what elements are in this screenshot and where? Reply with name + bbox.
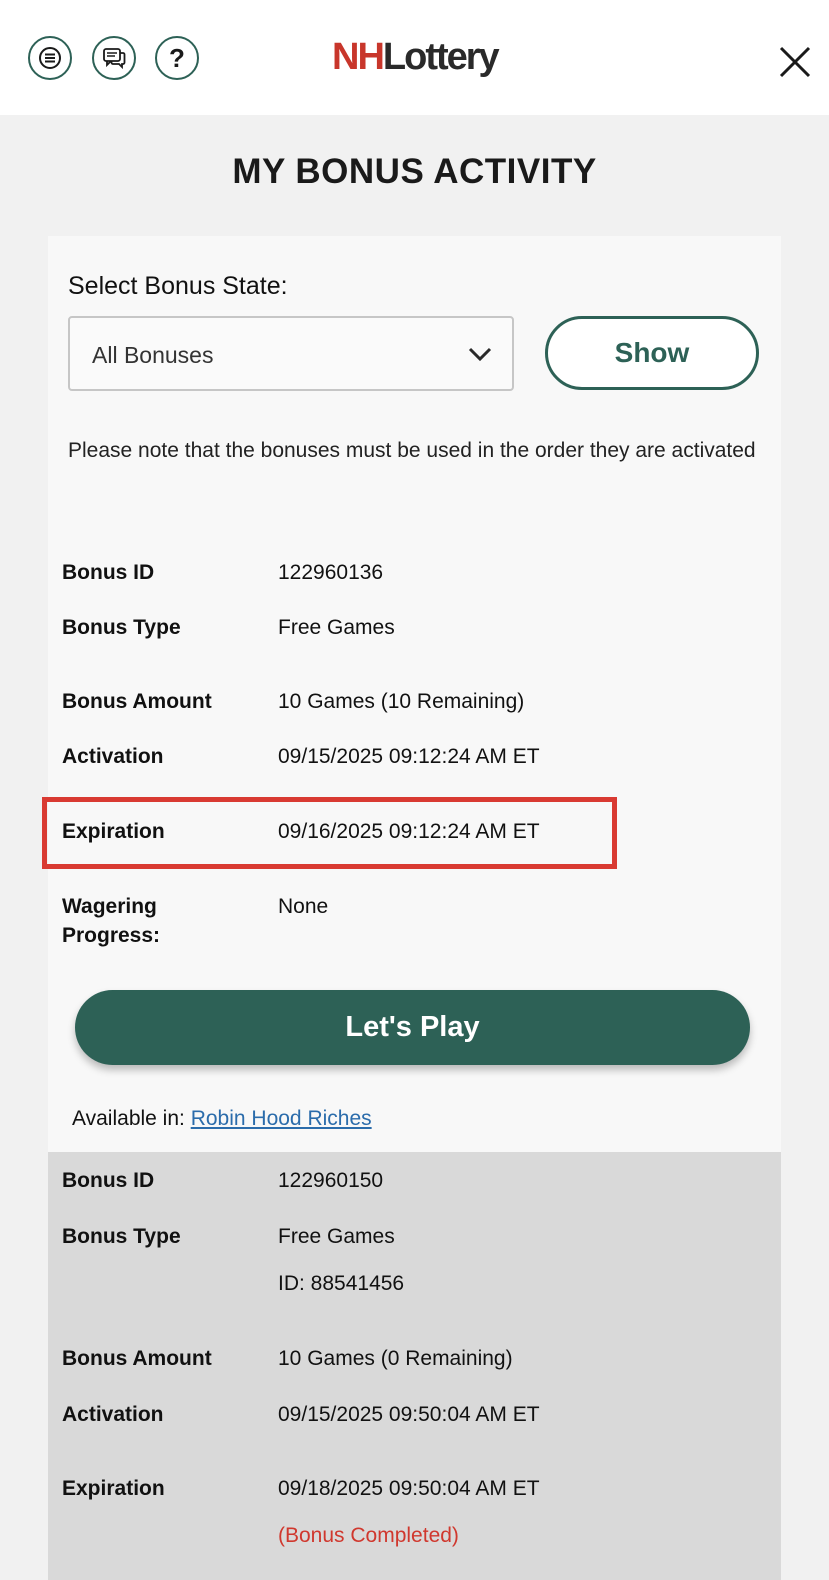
lets-play-button[interactable]: Let's Play	[75, 990, 750, 1065]
wagering-label-line2: Progress:	[62, 924, 161, 947]
bonus-id-value: 122960136	[278, 561, 384, 584]
nh-lottery-logo[interactable]: NHLottery	[332, 33, 500, 81]
top-header: ? NHLottery	[0, 0, 829, 115]
close-icon	[778, 46, 812, 83]
bonus-id-label: Bonus ID	[62, 1169, 155, 1192]
menu-icon	[38, 46, 62, 70]
robin-hood-riches-link[interactable]: Robin Hood Riches	[191, 1107, 372, 1130]
bonus-type-value: Free Games	[278, 616, 395, 639]
bonus-id-label: Bonus ID	[62, 561, 155, 584]
bonus-type-value: Free Games	[278, 1225, 395, 1248]
bonus-type-label: Bonus Type	[62, 1225, 181, 1248]
activation-label: Activation	[62, 745, 164, 768]
expiration-label: Expiration	[62, 1477, 165, 1500]
chevron-down-icon	[468, 346, 492, 367]
available-in-text: Available in: Robin Hood Riches	[72, 1107, 372, 1131]
help-icon: ?	[169, 42, 185, 73]
wagering-label-line1: Wagering	[62, 895, 157, 918]
logo-text: Lottery	[382, 36, 500, 78]
logo-prefix: NH	[332, 36, 385, 78]
menu-button[interactable]	[28, 36, 72, 80]
wagering-progress-value: None	[278, 895, 329, 918]
expiration-value: 09/18/2025 09:50:04 AM ET	[278, 1477, 540, 1500]
bonus-state-select[interactable]: All Bonuses	[68, 316, 514, 391]
select-bonus-state-label: Select Bonus State:	[68, 272, 288, 300]
close-button[interactable]	[778, 45, 812, 79]
chat-button[interactable]	[92, 36, 136, 80]
bonus-amount-value: 10 Games (10 Remaining)	[278, 690, 525, 713]
show-button[interactable]: Show	[545, 316, 759, 390]
available-in-label: Available in:	[72, 1107, 185, 1130]
bonus-amount-value: 10 Games (0 Remaining)	[278, 1347, 513, 1370]
activation-value: 09/15/2025 09:12:24 AM ET	[278, 745, 540, 768]
help-button[interactable]: ?	[155, 36, 199, 80]
bonus-type-sub-id: ID: 88541456	[278, 1272, 405, 1295]
expiration-highlight-box	[42, 797, 617, 869]
bonus-card-completed: Bonus ID 122960150 Bonus Type Free Games…	[48, 1152, 781, 1580]
chat-icon	[101, 45, 127, 71]
bonus-order-note: Please note that the bonuses must be use…	[68, 439, 756, 462]
bonus-id-value: 122960150	[278, 1169, 384, 1192]
bonus-type-label: Bonus Type	[62, 616, 181, 639]
activation-label: Activation	[62, 1403, 164, 1426]
bonus-state-selected-value: All Bonuses	[92, 342, 214, 368]
wagering-progress-label: Wagering Progress:	[62, 892, 160, 950]
bonus-completed-status: (Bonus Completed)	[278, 1524, 459, 1547]
activation-value: 09/15/2025 09:50:04 AM ET	[278, 1403, 540, 1426]
bonus-amount-label: Bonus Amount	[62, 690, 212, 713]
page-title: MY BONUS ACTIVITY	[232, 152, 597, 191]
bonus-amount-label: Bonus Amount	[62, 1347, 212, 1370]
